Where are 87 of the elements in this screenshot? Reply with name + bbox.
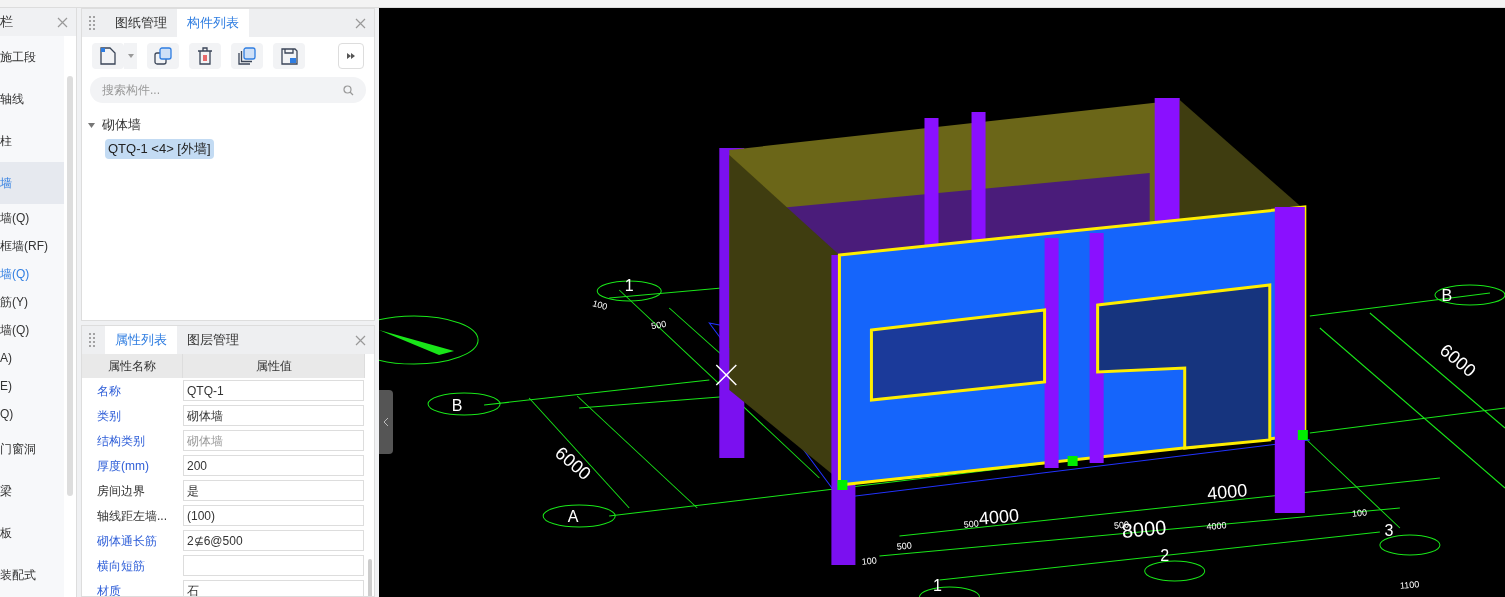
chevron-left-icon — [383, 418, 389, 426]
property-name: 类别 — [96, 407, 122, 425]
property-value-field[interactable]: 是 — [183, 480, 364, 501]
drawing-label: A — [567, 508, 579, 525]
layers-icon — [238, 47, 256, 65]
nav-item[interactable]: 筋(Y) — [0, 288, 65, 316]
search-icon — [343, 85, 354, 96]
close-icon — [354, 334, 366, 346]
drawing-label: 100 — [861, 555, 878, 567]
copy-icon — [154, 47, 172, 65]
category-item[interactable]: 板 — [0, 512, 65, 554]
property-name: 横向短筋 — [96, 557, 146, 575]
caret-icon — [127, 54, 134, 58]
nav-item[interactable]: 墙(Q) — [0, 316, 65, 344]
drawing-label: 4000 — [978, 505, 1020, 529]
drawing-label: B — [451, 397, 463, 414]
property-name: 厚度(mm) — [96, 457, 150, 475]
drawing-label: 1100 — [1399, 579, 1420, 591]
search-field[interactable]: 搜索构件... — [90, 77, 366, 103]
toolbar-button[interactable] — [147, 43, 179, 69]
dropdown-caret-button[interactable] — [124, 43, 137, 69]
property-name: 轴线距左墙... — [96, 507, 168, 525]
close-icon — [56, 16, 68, 28]
nav-item[interactable]: A) — [0, 344, 65, 372]
drawing-label: 500 — [896, 540, 913, 552]
tree-item[interactable]: QTQ-1 <4> [外墙] — [105, 139, 214, 159]
nav-item[interactable]: 框墙(RF) — [0, 232, 65, 260]
tree-item[interactable]: 砌体墙 — [99, 115, 144, 135]
grip-point[interactable] — [1297, 430, 1308, 440]
building-model-drawing[interactable] — [719, 98, 1307, 565]
panel-tab[interactable]: 属性列表 — [105, 326, 177, 354]
drag-handle-icon[interactable] — [89, 333, 95, 347]
save-icon — [280, 47, 298, 65]
nav-item[interactable]: Q) — [0, 400, 65, 428]
category-item[interactable]: 墙 — [0, 162, 65, 204]
property-value-field[interactable]: 200 — [183, 455, 364, 476]
toolbar-button[interactable] — [273, 43, 305, 69]
drag-handle-icon[interactable] — [89, 16, 95, 30]
toolbar-button[interactable] — [231, 43, 263, 69]
toolbar-button[interactable] — [189, 43, 221, 69]
category-item[interactable]: 门窗洞 — [0, 428, 65, 470]
panel-title: 栏 — [0, 13, 13, 32]
nav-item[interactable]: E) — [0, 372, 65, 400]
drawing-label: 4000 — [1206, 520, 1227, 532]
property-value-field[interactable]: 砌体墙 — [183, 405, 364, 426]
nav-item[interactable]: 墙(Q) — [0, 260, 65, 288]
column-header: 属性值 — [183, 354, 365, 378]
property-value-field[interactable]: 石 — [183, 580, 364, 596]
panel-tab[interactable]: 图纸管理 — [105, 9, 177, 37]
property-name: 砌体通长筋 — [96, 532, 158, 550]
scrollbar[interactable] — [67, 76, 74, 496]
collapse-handle[interactable] — [379, 390, 393, 454]
property-name: 材质 — [96, 582, 122, 596]
property-value-field[interactable]: (100) — [183, 505, 364, 526]
drawing-label: 1 — [624, 277, 634, 294]
scrollbar[interactable] — [367, 559, 372, 596]
property-name: 结构类别 — [96, 432, 146, 450]
drawing-label: 500 — [963, 518, 980, 530]
panel-tab[interactable]: 图层管理 — [177, 326, 249, 354]
drawing-label: 4000 — [1206, 480, 1249, 504]
property-value-field[interactable]: 2⊈6@500 — [183, 530, 364, 551]
more-button[interactable] — [338, 43, 364, 69]
drawing-label: 100 — [591, 298, 609, 312]
new-file-icon — [100, 47, 116, 65]
category-item[interactable]: 装配式 — [0, 554, 65, 596]
column-header: 属性名称 — [82, 354, 183, 378]
category-item[interactable]: 柱 — [0, 120, 65, 162]
property-value-field[interactable] — [183, 555, 364, 576]
panel-tab[interactable]: 构件列表 — [177, 9, 249, 37]
drawing-label: 100 — [1351, 507, 1368, 519]
category-item[interactable]: 施工段 — [0, 36, 65, 78]
property-value-field[interactable]: QTQ-1 — [183, 380, 364, 401]
nav-item[interactable]: 墙(Q) — [0, 204, 65, 232]
category-item[interactable]: 梁 — [0, 470, 65, 512]
trash-icon — [197, 47, 213, 65]
property-name: 名称 — [96, 382, 122, 400]
drawing-label: 3 — [1384, 522, 1394, 539]
double-arrow-icon — [347, 53, 355, 59]
grip-point[interactable] — [1067, 456, 1078, 466]
cross-cursor-icon — [715, 364, 738, 386]
category-item[interactable]: 轴线 — [0, 78, 65, 120]
close-icon — [354, 17, 366, 29]
grip-point[interactable] — [837, 480, 848, 490]
drawing-label: 500 — [650, 318, 667, 332]
toolbar-button[interactable] — [92, 43, 124, 69]
expanded-caret-icon[interactable] — [88, 122, 95, 128]
property-name: 房间边界 — [96, 482, 146, 500]
